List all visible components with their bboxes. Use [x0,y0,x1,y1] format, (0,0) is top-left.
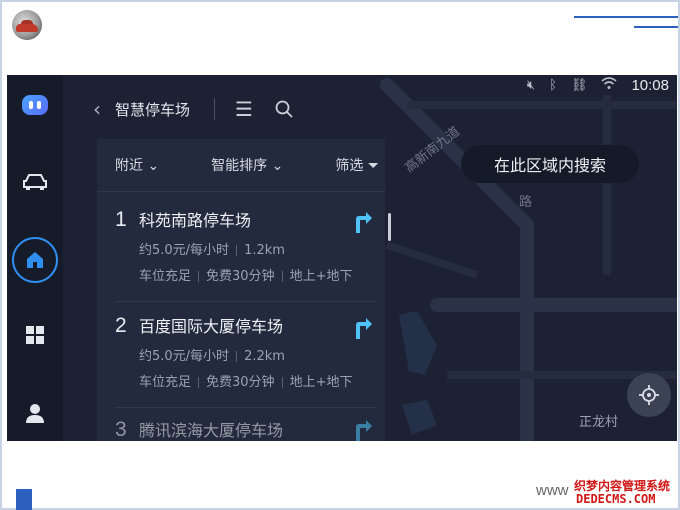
item-price-distance: 约5.0元/每小时 1.2km [139,243,285,258]
navigate-arrow-icon[interactable] [353,317,373,339]
item-name: 百度国际大厦停车场 [139,317,284,336]
navigate-arrow-icon[interactable] [353,211,373,233]
crosshair-icon [639,385,659,405]
search-this-area-button[interactable]: 在此区域内搜索 [461,145,639,183]
funnel-icon: ⏷ [367,158,379,174]
watermark-url: DEDECMS.COM [576,492,656,506]
home-icon [27,252,43,268]
filter-bar: 附近 ⌄ 智能排序 ⌄ 筛选 ⏷ [115,155,379,177]
divider [97,191,385,192]
results-list: 附近 ⌄ 智能排序 ⌄ 筛选 ⏷ 1 科苑南路停车场 约5.0元/每小时 1.2k… [97,139,385,441]
item-name: 腾讯滨海大厦停车场 [139,421,284,440]
filter-nearby[interactable]: 附近 ⌄ [115,155,159,177]
car-thumbnail-icon [12,10,42,40]
map-road-label: 路 [519,195,533,210]
panel-header: ‹ 智慧停车场 ☰ [93,97,393,121]
divider [115,301,377,302]
footer-www: www [536,482,569,499]
navigate-arrow-icon[interactable] [353,419,373,441]
back-chevron-icon[interactable]: ‹ [93,97,115,121]
clock: 10:08 [631,76,669,94]
car-icon [23,174,47,190]
list-item[interactable]: 3 腾讯滨海大厦停车场 [115,417,377,441]
item-name: 科苑南路停车场 [139,211,252,230]
sidebar-item-home[interactable] [12,237,58,283]
item-tags: 车位充足 免费30分钟 地上+地下 [139,375,353,390]
decorative-block [16,489,32,510]
chevron-down-icon: ⌄ [271,158,284,174]
item-index: 3 [115,418,127,441]
decorative-line [574,16,678,18]
divider [115,407,377,408]
item-tags: 车位充足 免费30分钟 地上+地下 [139,269,353,284]
item-price-distance: 约5.0元/每小时 2.2km [139,349,285,364]
sidebar-item-profile[interactable] [15,393,55,433]
sidebar-item-apps[interactable] [15,315,55,355]
assistant-icon [22,95,48,115]
link-icon: ⛓︎ [570,77,588,93]
page: 高新南九道 路 正龙村 在此区域内搜索 🔇︎ ᛒ ⛓︎ 10:08 ‹ 智慧停车… [0,0,680,510]
sidebar [7,75,63,441]
scrollbar[interactable] [388,213,391,241]
bluetooth-icon: ᛒ [549,77,557,93]
list-item[interactable]: 1 科苑南路停车场 约5.0元/每小时 1.2km 车位充足 免费30分钟 地上+地下 [115,207,377,284]
wifi-icon [601,76,617,94]
item-index: 2 [115,314,127,337]
search-icon[interactable] [275,100,293,118]
filter-sort[interactable]: 智能排序 ⌄ [211,155,283,177]
divider [214,98,216,120]
decorative-line [634,26,678,28]
menu-icon[interactable]: ☰ [235,97,253,121]
car-screen: 高新南九道 路 正龙村 在此区域内搜索 🔇︎ ᛒ ⛓︎ 10:08 ‹ 智慧停车… [7,75,677,441]
map-place-label: 正龙村 [579,415,619,430]
apps-grid-icon [26,326,44,344]
mute-icon: 🔇︎ [526,77,536,93]
chevron-down-icon: ⌄ [147,158,160,174]
item-index: 1 [115,208,127,231]
filter-button[interactable]: 筛选 ⏷ [335,155,379,177]
user-icon [26,404,44,423]
page-title: 智慧停车场 [115,100,191,119]
sidebar-item-assistant[interactable] [15,85,55,125]
status-bar: 🔇︎ ᛒ ⛓︎ 10:08 [527,75,669,95]
parking-panel: ‹ 智慧停车场 ☰ 附近 ⌄ 智能排序 ⌄ 筛选 ⏷ 1 科苑南路停车场 约5.… [65,75,395,441]
list-item[interactable]: 2 百度国际大厦停车场 约5.0元/每小时 2.2km 车位充足 免费30分钟 地上+… [115,313,377,390]
sidebar-item-vehicle[interactable] [15,161,55,201]
locate-me-button[interactable] [627,373,671,417]
